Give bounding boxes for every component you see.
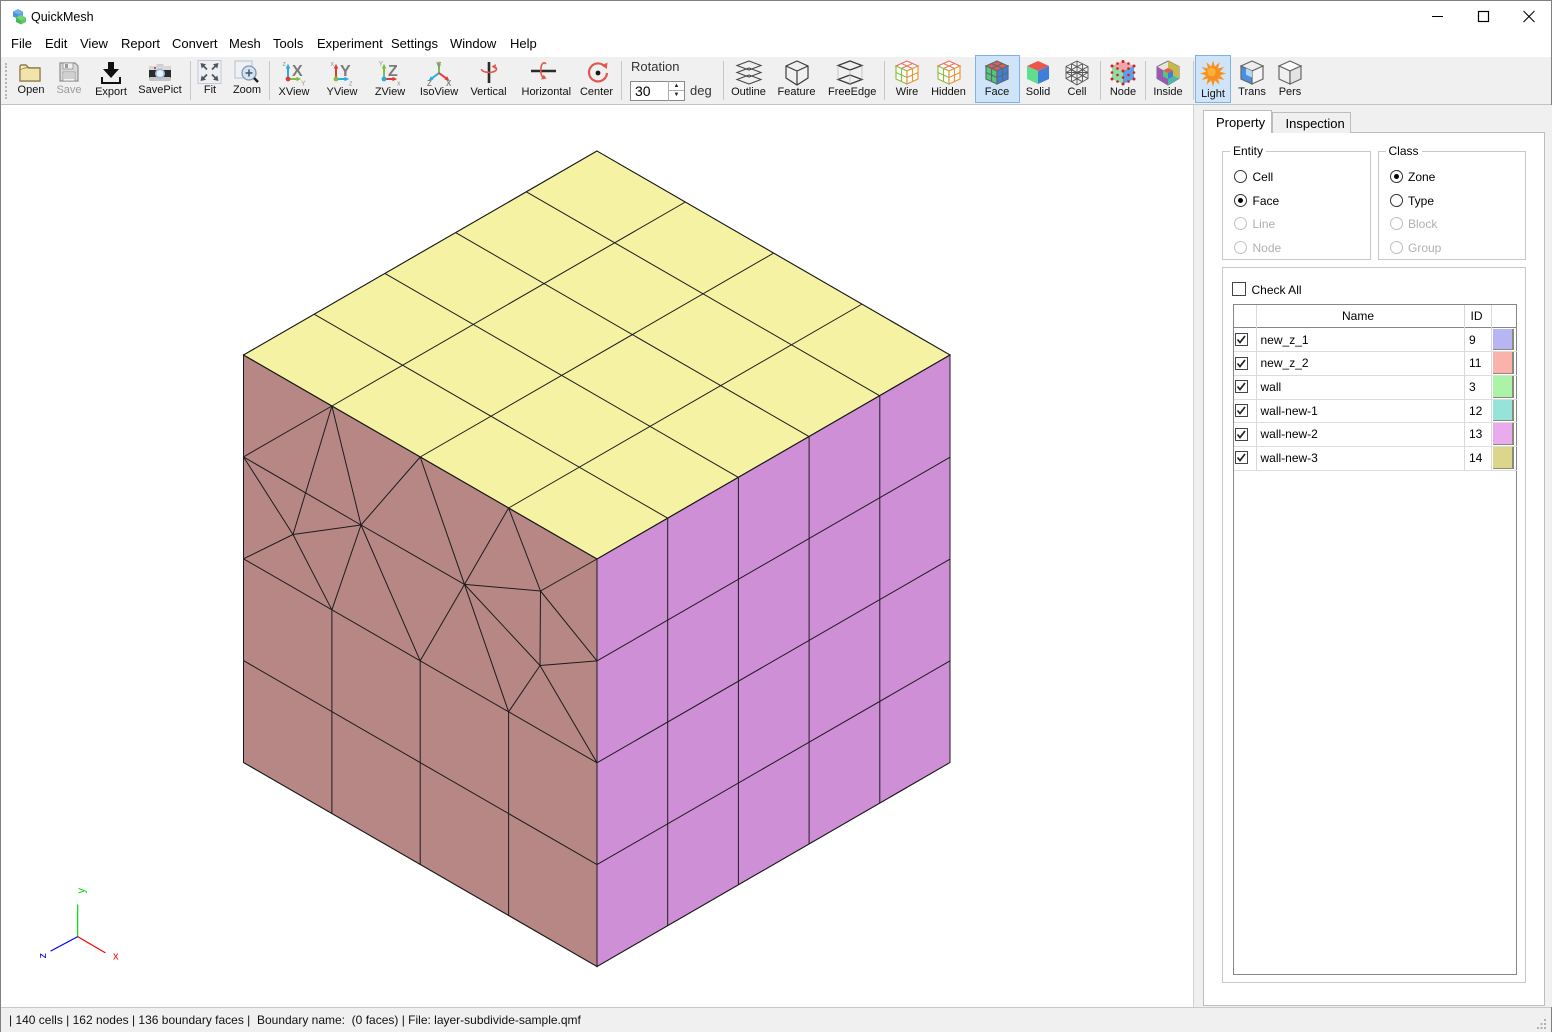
svg-text:Y: Y — [379, 61, 384, 68]
svg-text:X: X — [446, 79, 452, 86]
svg-text:x: x — [113, 951, 119, 963]
svg-text:y: y — [76, 888, 88, 894]
svg-text:x: x — [331, 61, 335, 68]
svg-text:z: z — [283, 61, 287, 68]
svg-text:Y: Y — [436, 61, 442, 70]
svg-text:z: z — [37, 953, 49, 959]
svg-text:Z: Z — [427, 79, 432, 86]
